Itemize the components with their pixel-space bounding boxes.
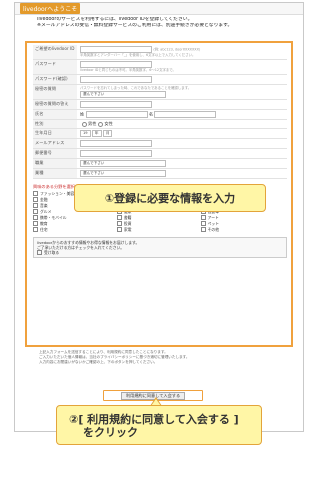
callout-step2: ②[ 利用規約に同意して入会する ] をクリック: [56, 405, 262, 445]
form-row: パスワード(確認): [33, 75, 287, 85]
interest-checkbox[interactable]: [33, 215, 38, 220]
form-label: パスワード: [33, 60, 77, 74]
field-example: (例: abc123, doorXXXXXXX): [153, 47, 201, 52]
form-row: 職業 選んで下さい: [33, 158, 287, 169]
last-name-label: 姓: [80, 111, 85, 117]
terms-line: 入力内容にお間違いがないかご確認の上、下のボタンを押してください。: [39, 360, 158, 364]
callout-step1-text: ①登録に必要な情報を入力: [104, 192, 236, 205]
interest-label: 住宅: [40, 226, 48, 232]
form-field: 選んで下さい: [77, 169, 287, 178]
interest-label: 家電: [123, 226, 132, 232]
interest-checkbox[interactable]: [33, 191, 38, 196]
field-hint: livedoor IDと同じものは不可。半角英数字、6〜12文字まで。: [80, 68, 176, 72]
birth-day-select[interactable]: 月: [102, 129, 113, 137]
intro-text: livedoorのサービスを利用するには、livedoor IDを登録してくださ…: [15, 15, 303, 30]
form-row: 性別 男性 女性: [33, 120, 287, 129]
interest-option[interactable]: その他: [200, 226, 285, 233]
form-row: 生年月日 19 年 月: [33, 128, 287, 139]
select-dropdown[interactable]: 選んで下さい: [80, 159, 166, 167]
form-label: 職業: [33, 158, 77, 168]
form-field: 姓 名: [77, 110, 287, 119]
text-input[interactable]: [80, 46, 152, 53]
interest-label: その他: [207, 226, 220, 232]
callout-step2-line2: をクリック: [83, 426, 138, 439]
interest-checkbox[interactable]: [116, 227, 122, 232]
form-field: livedoor IDと同じものは不可。半角英数字、6〜12文字まで。: [77, 60, 287, 74]
registration-form: ご希望のlivedoor ID (例: abc123, doorXXXXXXX)…: [33, 45, 287, 258]
text-input[interactable]: [80, 101, 152, 108]
form-row: メールアドレス: [33, 138, 287, 149]
form-row: 秘密の質問 パスワードを忘れてしまった時、これであなたであることを確認します。 選ん…: [33, 85, 287, 100]
callout-step2-line1: ②[ 利用規約に同意して入会する ]: [69, 413, 239, 426]
form-label: 生年月日: [33, 128, 77, 138]
form-label: 氏名: [33, 110, 77, 119]
form-field: (例: abc123, doorXXXXXXX) 半角英数字とアンダーバー「_」を…: [77, 45, 287, 59]
first-name-label: 名: [148, 111, 154, 117]
radio-label: 女性: [104, 121, 113, 126]
form-label: 秘密の質問の答え: [33, 100, 77, 109]
gender-radio[interactable]: [82, 121, 87, 127]
gender-radio[interactable]: [98, 121, 104, 127]
form-field: [77, 149, 287, 158]
registration-page: livedoorへようこそ livedoorのサービスを利用するには、lived…: [14, 2, 304, 432]
form-field: [77, 100, 287, 109]
form-row: 業種 選んで下さい: [33, 168, 287, 179]
newsletter-checkbox[interactable]: [37, 249, 42, 255]
form-field: 選んで下さい: [77, 159, 287, 168]
interest-checkbox[interactable]: [116, 215, 122, 220]
interest-checkbox[interactable]: [33, 197, 38, 202]
form-label: 業種: [33, 168, 77, 178]
newsletter-box: livedoorからのおすすめ情報やお得な情報をお届けします。 ご了承いただける方…: [33, 236, 287, 258]
select-dropdown[interactable]: 選んで下さい: [80, 91, 166, 98]
interest-checkbox[interactable]: [200, 215, 206, 220]
form-row: 秘密の質問の答え: [33, 100, 287, 110]
form-label: 性別: [33, 120, 77, 128]
form-field: [77, 139, 287, 148]
form-label: 秘密の質問: [33, 85, 77, 99]
text-input[interactable]: [80, 61, 152, 68]
form-field: パスワードを忘れてしまった時、これであなたであることを確認します。 選んで下さい: [77, 85, 287, 99]
interest-checkbox[interactable]: [116, 221, 122, 226]
text-input[interactable]: [80, 76, 152, 83]
form-row: パスワード livedoor IDと同じものは不可。半角英数字、6〜12文字まで…: [33, 60, 287, 75]
form-label: 郵便番号: [33, 148, 77, 158]
form-field: [77, 75, 287, 84]
header-bar: livedoorへようこそ: [15, 3, 303, 15]
interest-checkbox[interactable]: [33, 203, 38, 208]
terms-text: 上記入力フォームを送信することにより、利用規約に同意したことになります。 ご入力…: [39, 350, 301, 365]
text-input[interactable]: [80, 139, 152, 147]
interest-checkbox[interactable]: [33, 209, 38, 214]
last-name-input[interactable]: [85, 111, 148, 118]
first-name-input[interactable]: [154, 111, 217, 118]
interest-option[interactable]: 住宅: [33, 227, 117, 233]
birth-year-select[interactable]: 19: [80, 129, 91, 137]
intro-line: ※メールアドレスの受信・無料登録サービスのご利用には、別途手続きが必要となります…: [37, 23, 233, 28]
livedoor-logo: livedoorへようこそ: [20, 3, 81, 14]
interest-checkbox[interactable]: [33, 227, 38, 232]
form-label: ご希望のlivedoor ID: [33, 45, 77, 59]
interest-option[interactable]: 家電: [116, 226, 201, 233]
birth-month-select[interactable]: 年: [91, 129, 102, 137]
form-label: メールアドレス: [33, 138, 77, 148]
form-row: ご希望のlivedoor ID (例: abc123, doorXXXXXXX)…: [33, 45, 287, 60]
interest-checkbox[interactable]: [200, 221, 206, 226]
field-hint: 半角英数字とアンダーバー「_」を使用し、6文字以上で入力してください。: [80, 53, 196, 57]
form-row: 郵便番号: [33, 148, 287, 159]
form-row: 氏名姓 名: [33, 110, 287, 120]
interest-checkbox[interactable]: [200, 227, 206, 232]
form-field: 男性 女性: [77, 120, 287, 128]
radio-label: 男性: [88, 121, 97, 126]
interest-checkbox[interactable]: [33, 221, 38, 226]
form-field: 19 年 月: [77, 129, 287, 138]
newsletter-checkbox-label: 受け取る: [44, 249, 60, 255]
form-label: パスワード(確認): [33, 75, 77, 84]
select-dropdown[interactable]: 選んで下さい: [80, 169, 166, 177]
text-input[interactable]: [80, 149, 152, 157]
callout-step1: ①登録に必要な情報を入力: [74, 184, 266, 212]
